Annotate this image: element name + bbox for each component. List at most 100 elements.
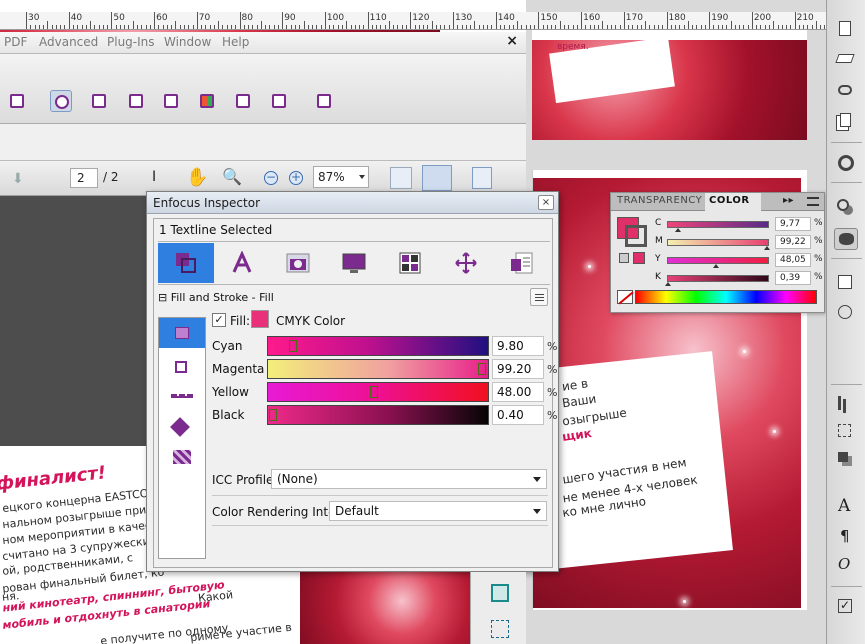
menu-help[interactable]: Help [222, 35, 249, 49]
plugin-tool-pages-icon[interactable] [313, 90, 335, 112]
fill-checkbox[interactable]: ✓ [212, 313, 226, 327]
preview-mode-icon[interactable] [491, 620, 509, 638]
inspector-titlebar[interactable]: Enfocus Inspector × [147, 192, 558, 214]
menubar-close-icon[interactable]: × [506, 33, 518, 49]
y-value-input[interactable]: 48,05 [775, 253, 811, 267]
tab-properties[interactable] [494, 243, 550, 283]
tab-color[interactable]: COLOR [709, 195, 750, 206]
horizontal-ruler[interactable]: 30 40 50 60 70 80 90 100 110 120 130 140 150 160 170 18… [0, 12, 835, 30]
color-panel-icon[interactable] [834, 228, 858, 250]
magenta-value-input[interactable]: 99.20 [492, 359, 544, 379]
m-slider[interactable] [667, 239, 771, 250]
fill-swatch-small[interactable] [633, 252, 645, 264]
slider-thumb[interactable] [370, 386, 378, 398]
pages-stack-icon[interactable] [834, 110, 858, 132]
magenta-slider[interactable] [267, 359, 489, 379]
black-value-input[interactable]: 0.40 [492, 405, 544, 425]
align-panel-icon[interactable] [834, 392, 858, 414]
page-number-input[interactable]: 2 [70, 168, 98, 188]
plugin-tool-image-icon[interactable] [160, 90, 182, 112]
collapse-toggle-icon[interactable]: ⊟ [158, 291, 167, 304]
inspector-close-button[interactable]: × [538, 195, 554, 210]
stroke-mode-item[interactable] [159, 352, 205, 382]
c-value-input[interactable]: 9,77 [775, 217, 811, 231]
plugin-tool-1-icon[interactable] [6, 90, 28, 112]
ruler-minor-tick [295, 25, 296, 29]
tab-color[interactable] [382, 243, 438, 283]
section-menu-icon[interactable] [530, 288, 548, 306]
frame-tool-icon[interactable] [491, 584, 509, 602]
character-panel-icon[interactable]: A [834, 496, 858, 518]
gradient-panel-icon[interactable] [834, 302, 858, 324]
panel-collapse-icon[interactable]: ▸▸ [783, 195, 794, 206]
zoom-level-select[interactable]: 87% [313, 166, 369, 188]
zoom-in-icon[interactable]: + [289, 171, 303, 185]
pattern-item[interactable] [159, 442, 205, 472]
slider-marker[interactable] [665, 282, 672, 286]
plugin-tool-print-icon[interactable] [232, 90, 254, 112]
k-slider[interactable] [665, 275, 769, 286]
fit-width-icon[interactable] [390, 167, 412, 189]
yellow-value-input[interactable]: 48.00 [492, 382, 544, 402]
line-style-item[interactable] [159, 382, 205, 412]
tab-position[interactable] [438, 243, 494, 283]
opentype-panel-icon[interactable]: O [834, 554, 858, 576]
tab-document[interactable] [326, 243, 382, 283]
menu-plug-ins[interactable]: Plug-Ins [107, 35, 155, 49]
zoom-tool-icon[interactable]: 🔍 [222, 167, 244, 189]
panel-menu-icon[interactable] [807, 197, 819, 206]
paragraph-panel-icon[interactable]: ¶ [834, 526, 858, 548]
plugin-tool-export-icon[interactable] [268, 90, 290, 112]
tab-image[interactable] [270, 243, 326, 283]
acrobat-document-area[interactable] [0, 196, 150, 446]
select-text-icon[interactable]: I [152, 169, 172, 189]
menu-pdf[interactable]: PDF [4, 35, 27, 49]
menu-window[interactable]: Window [164, 35, 211, 49]
plugin-tool-3-icon[interactable] [88, 90, 110, 112]
plugin-tool-preflight-icon[interactable] [50, 90, 72, 112]
ruler-minor-tick [636, 25, 638, 29]
m-value-input[interactable]: 99,22 [775, 235, 811, 249]
color-spectrum-ramp[interactable] [635, 290, 817, 304]
swatches-panel-icon[interactable] [834, 196, 858, 218]
slider-marker[interactable] [674, 228, 681, 232]
slider-thumb[interactable] [289, 340, 297, 352]
tab-fill-stroke[interactable] [158, 243, 214, 283]
plugin-tool-check-icon[interactable] [125, 90, 147, 112]
effects-panel-icon[interactable] [834, 272, 858, 294]
links-panel-icon[interactable] [834, 80, 858, 102]
zoom-out-icon[interactable]: − [264, 171, 278, 185]
menu-advanced[interactable]: Advanced [39, 35, 98, 49]
slider-marker[interactable] [764, 246, 771, 250]
stroke-panel-icon[interactable] [834, 152, 858, 174]
yellow-slider[interactable] [267, 382, 489, 402]
black-slider[interactable] [267, 405, 489, 425]
slider-thumb[interactable] [269, 409, 277, 421]
pathfinder-panel-icon[interactable] [834, 448, 858, 470]
slider-marker[interactable] [713, 264, 720, 268]
fit-page-icon[interactable] [422, 165, 452, 191]
none-swatch-icon[interactable] [617, 290, 634, 305]
stroke-swatch-large[interactable] [625, 225, 647, 247]
preflight-panel-icon[interactable]: ✓ [834, 596, 858, 618]
fill-mode-item[interactable] [159, 318, 205, 348]
y-slider[interactable] [667, 257, 769, 268]
overprint-item[interactable] [159, 412, 205, 442]
tab-transparency[interactable]: TRANSPARENCY [617, 195, 702, 206]
fill-swatch[interactable] [251, 310, 269, 328]
layers-panel-icon[interactable] [834, 48, 858, 70]
transform-panel-icon[interactable] [834, 420, 858, 442]
slider-thumb[interactable] [478, 363, 486, 375]
cyan-value-input[interactable]: 9.80 [492, 336, 544, 356]
rendering-intent-select[interactable]: Default [329, 501, 547, 521]
cyan-slider[interactable] [267, 336, 489, 356]
pages-panel-icon[interactable] [834, 18, 858, 40]
icc-profile-select[interactable]: (None) [271, 469, 547, 489]
tab-text[interactable] [214, 243, 270, 283]
plugin-tool-color-icon[interactable] [196, 90, 218, 112]
next-page-icon[interactable]: ⬇ [12, 171, 28, 187]
two-page-view-icon[interactable] [472, 167, 492, 189]
k-value-input[interactable]: 0,39 [775, 271, 811, 285]
hand-tool-icon[interactable]: ✋ [186, 167, 208, 189]
c-slider[interactable] [667, 221, 769, 232]
